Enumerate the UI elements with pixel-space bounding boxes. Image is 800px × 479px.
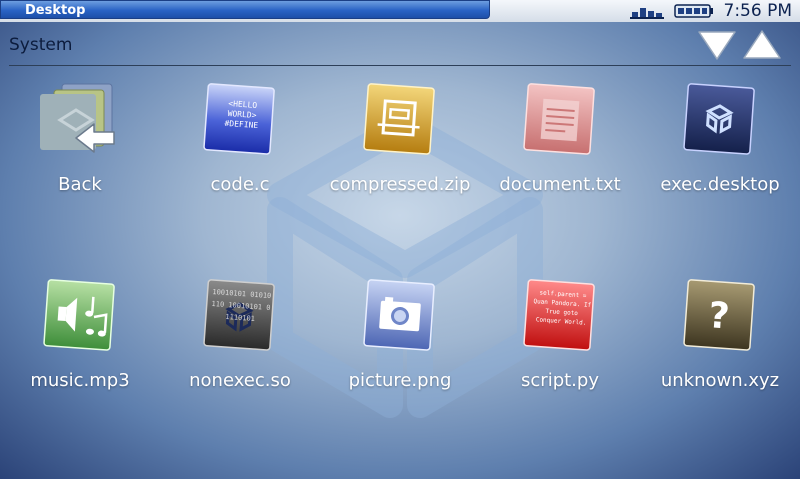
window-title: Desktop	[25, 3, 86, 18]
file-item-document[interactable]: document.txt	[480, 70, 640, 260]
file-name: unknown.xyz	[660, 370, 780, 391]
file-name: exec.desktop	[660, 174, 780, 195]
file-item-exec[interactable]: exec.desktop	[640, 70, 800, 260]
script-tile-text: self.parent = Quan Pandora. If True goto…	[533, 289, 592, 327]
header-divider	[9, 65, 791, 66]
file-item-unknown[interactable]: ? unknown.xyz	[640, 266, 800, 456]
file-item-music[interactable]: music.mp3	[0, 266, 160, 456]
file-name: document.txt	[499, 174, 621, 195]
unknown-file-icon: ?	[683, 279, 755, 351]
archive-icon	[363, 83, 435, 155]
top-bar: Desktop 7:56 PM	[0, 0, 800, 22]
file-item-back[interactable]: Back	[0, 70, 160, 260]
music-icon	[43, 279, 115, 351]
back-icon	[40, 83, 115, 153]
scroll-up-button[interactable]	[742, 28, 782, 62]
code-tile-text: <HELLO WORLD> #DEFINE	[224, 99, 259, 131]
image-icon	[363, 279, 435, 351]
svg-text:?: ?	[707, 295, 731, 337]
file-item-nonexec[interactable]: 10010101 01010110 10010101 01110101 none…	[160, 266, 320, 456]
chevron-up-icon	[743, 30, 781, 59]
network-icon[interactable]	[629, 3, 664, 19]
window-title-tab: Desktop	[0, 0, 490, 19]
file-item-compressed[interactable]: compressed.zip	[320, 70, 480, 260]
file-item-picture[interactable]: picture.png	[320, 266, 480, 456]
chevron-down-icon	[698, 31, 736, 60]
file-name: code.c	[210, 174, 270, 195]
file-name: picture.png	[348, 370, 452, 391]
scroll-down-button[interactable]	[697, 28, 737, 62]
location-label: System	[9, 35, 73, 55]
file-name: music.mp3	[30, 370, 130, 391]
battery-icon[interactable]	[673, 3, 714, 19]
clock: 7:56 PM	[723, 1, 793, 21]
file-item-code[interactable]: <HELLO WORLD> #DEFINE code.c	[160, 70, 320, 260]
file-name: compressed.zip	[329, 174, 471, 195]
executable-icon	[683, 83, 755, 155]
file-item-script[interactable]: self.parent = Quan Pandora. If True goto…	[480, 266, 640, 456]
status-area: 7:56 PM	[629, 0, 793, 22]
file-name: nonexec.so	[189, 370, 291, 391]
file-name: script.py	[521, 370, 599, 391]
library-tile-text: 10010101 01010110 10010101 01110101	[211, 287, 272, 323]
file-name: Back	[58, 174, 102, 195]
text-document-icon	[523, 83, 595, 155]
